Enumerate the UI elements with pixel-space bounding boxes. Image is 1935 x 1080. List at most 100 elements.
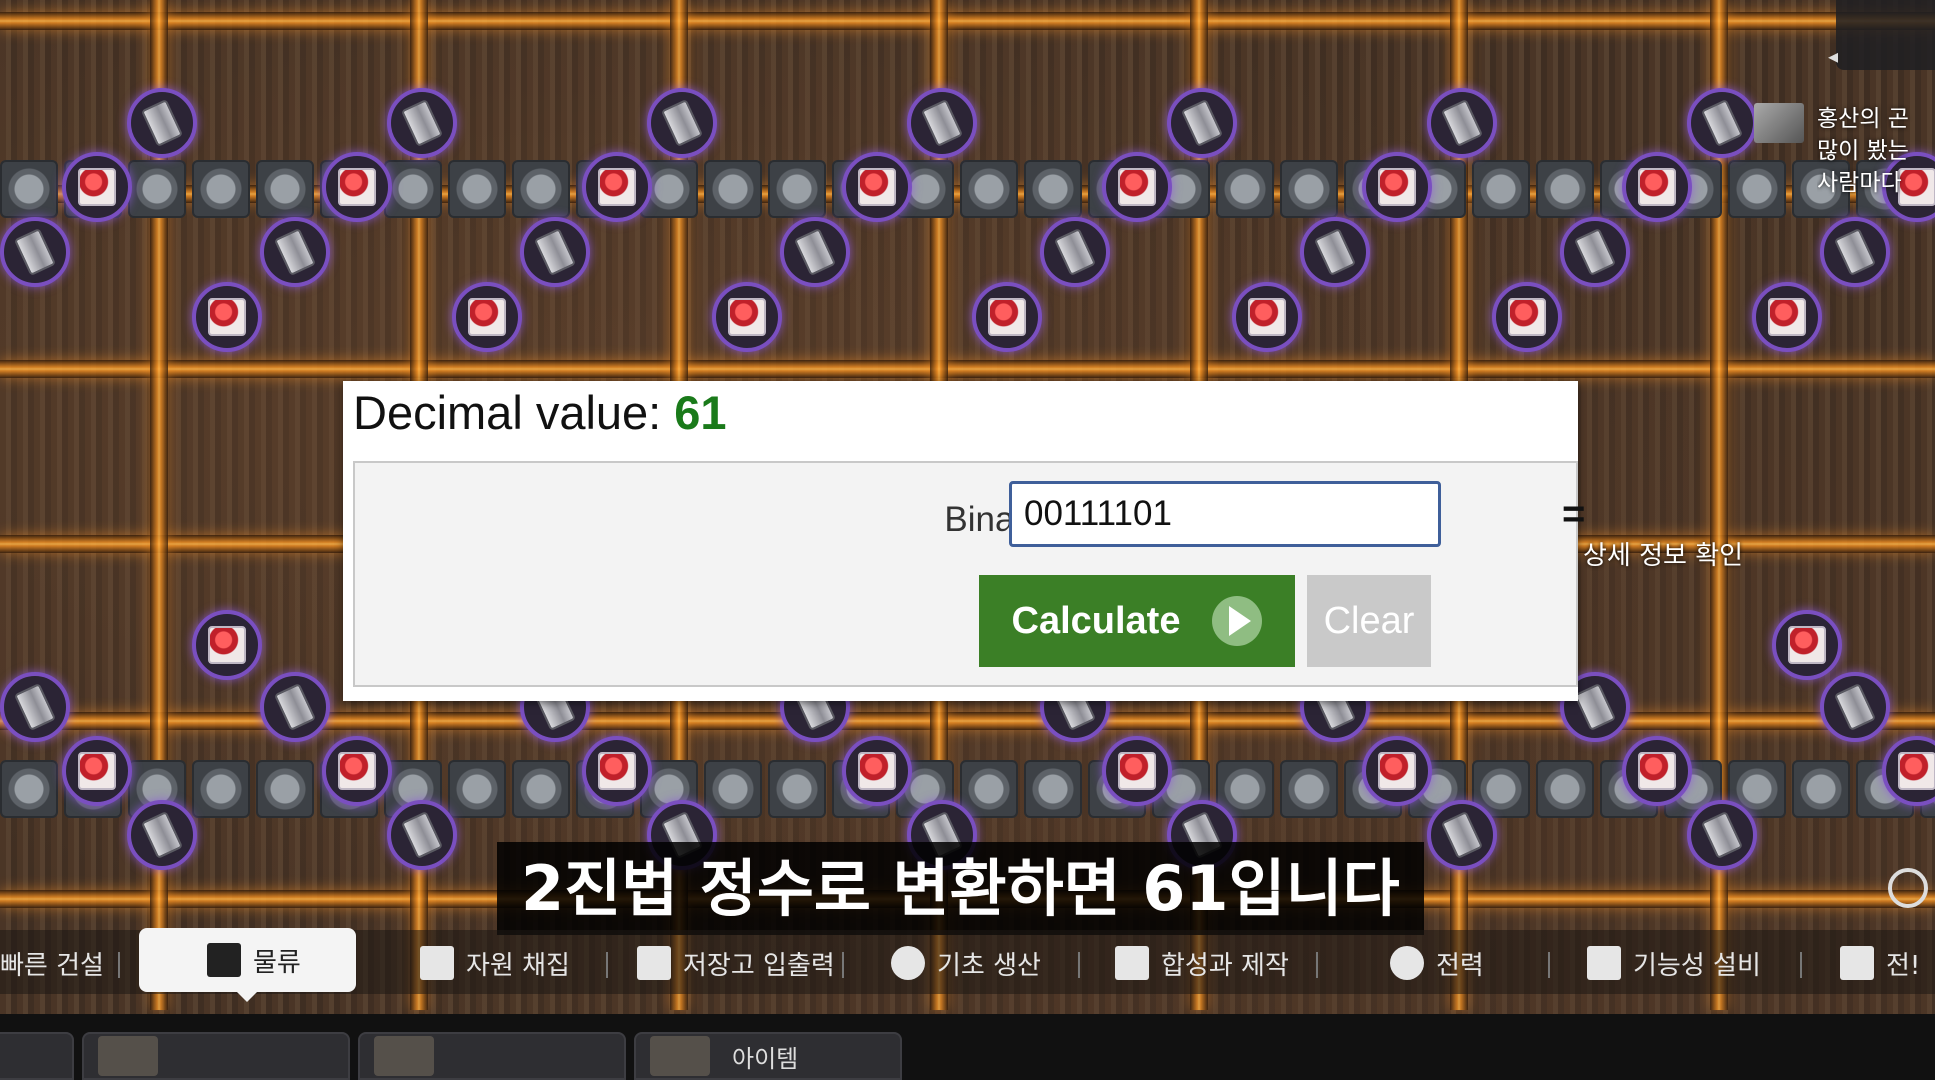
machine-block bbox=[1472, 160, 1530, 218]
battery-item-icon bbox=[260, 217, 330, 287]
battery-item-icon bbox=[387, 800, 457, 870]
battery-item-icon bbox=[0, 672, 70, 742]
tab-functional-facilities[interactable]: 기능성 설비 bbox=[1587, 938, 1761, 988]
conveyor-belt bbox=[0, 12, 1935, 30]
crystal-item-icon bbox=[62, 736, 132, 806]
hexagon-icon bbox=[891, 946, 925, 980]
tab-divider bbox=[118, 952, 120, 978]
tab-label: 물류 bbox=[253, 947, 301, 978]
machine-block bbox=[1280, 760, 1338, 818]
battery-item-icon bbox=[1687, 88, 1757, 158]
pickaxe-icon bbox=[420, 946, 454, 980]
bottom-card[interactable] bbox=[358, 1032, 626, 1080]
machine-block bbox=[1024, 160, 1082, 218]
machine-block bbox=[960, 760, 1018, 818]
clear-button[interactable]: Clear bbox=[1307, 575, 1431, 667]
battery-item-icon bbox=[1820, 217, 1890, 287]
tab-more[interactable]: 전! bbox=[1840, 938, 1920, 988]
machine-block bbox=[1536, 160, 1594, 218]
tab-quick-build[interactable]: 빠른 건설 bbox=[0, 938, 104, 988]
battery-item-icon bbox=[1300, 217, 1370, 287]
tab-divider bbox=[1078, 952, 1080, 978]
top-right-panel[interactable] bbox=[1836, 0, 1935, 70]
battery-item-icon bbox=[780, 217, 850, 287]
crystal-item-icon bbox=[1752, 282, 1822, 352]
crystal-item-icon bbox=[1362, 736, 1432, 806]
battery-item-icon bbox=[647, 88, 717, 158]
machine-block bbox=[1280, 160, 1338, 218]
machine-block bbox=[256, 760, 314, 818]
machine-block bbox=[0, 760, 58, 818]
chat-line: 홍산의 곤 bbox=[1817, 106, 1909, 132]
tab-storage-io[interactable]: 저장고 입출력 bbox=[637, 938, 835, 988]
calculate-button[interactable]: Calculate bbox=[979, 575, 1295, 667]
battery-item-icon bbox=[0, 217, 70, 287]
machine-block bbox=[192, 760, 250, 818]
battery-item-icon bbox=[260, 672, 330, 742]
chevron-left-icon[interactable]: ◂ bbox=[1828, 44, 1838, 69]
machine-block bbox=[1216, 160, 1274, 218]
battery-item-icon bbox=[1427, 800, 1497, 870]
crystal-item-icon bbox=[712, 282, 782, 352]
storage-icon bbox=[637, 946, 671, 980]
crystal-item-icon bbox=[1102, 736, 1172, 806]
machine-block bbox=[1728, 160, 1786, 218]
bottom-card-label: 아이템 bbox=[732, 1044, 799, 1073]
tab-divider bbox=[842, 952, 844, 978]
tab-logistics[interactable]: 물류 bbox=[139, 928, 356, 1002]
bottom-card[interactable] bbox=[0, 1032, 74, 1080]
logistics-icon bbox=[207, 943, 241, 977]
chat-avatar bbox=[1754, 103, 1804, 143]
crystal-item-icon bbox=[1622, 152, 1692, 222]
conveyor-belt bbox=[0, 360, 1935, 378]
machine-block bbox=[128, 160, 186, 218]
battery-item-icon bbox=[520, 217, 590, 287]
machine-block bbox=[256, 160, 314, 218]
crystal-item-icon bbox=[1102, 152, 1172, 222]
tab-label: 전! bbox=[1886, 950, 1921, 981]
crystal-item-icon bbox=[582, 152, 652, 222]
tab-label: 자원 채집 bbox=[466, 950, 570, 981]
tab-divider bbox=[1800, 952, 1802, 978]
calculate-button-label: Calculate bbox=[1011, 599, 1181, 642]
decimal-value-number: 61 bbox=[674, 386, 727, 439]
hash-icon bbox=[1587, 946, 1621, 980]
tab-label: 합성과 제작 bbox=[1161, 950, 1289, 981]
settings-icon[interactable] bbox=[1888, 868, 1928, 908]
chat-line: 사람마다 bbox=[1817, 170, 1902, 196]
binary-value-input[interactable] bbox=[1009, 481, 1441, 547]
crystal-item-icon bbox=[1622, 736, 1692, 806]
item-thumbnail-icon bbox=[650, 1036, 710, 1076]
bottom-card-items[interactable]: 아이템 bbox=[634, 1032, 902, 1080]
machine-block bbox=[384, 160, 442, 218]
synthesis-icon bbox=[1115, 946, 1149, 980]
play-icon bbox=[1212, 596, 1263, 646]
binary-calculator-panel: Decimal value: 61 Binary Value: = Calcul… bbox=[343, 381, 1585, 701]
power-icon bbox=[1390, 946, 1424, 980]
crystal-item-icon bbox=[842, 152, 912, 222]
machine-block bbox=[768, 760, 826, 818]
crystal-item-icon bbox=[62, 152, 132, 222]
crystal-item-icon bbox=[322, 736, 392, 806]
tab-label: 기초 생산 bbox=[937, 950, 1041, 981]
machine-block bbox=[512, 160, 570, 218]
tab-synthesis-crafting[interactable]: 합성과 제작 bbox=[1115, 938, 1289, 988]
bottom-item-bar: 아이템 bbox=[0, 1014, 1935, 1080]
battery-item-icon bbox=[907, 88, 977, 158]
crystal-item-icon bbox=[582, 736, 652, 806]
tab-label: 빠른 건설 bbox=[0, 950, 104, 981]
battery-item-icon bbox=[127, 800, 197, 870]
crystal-item-icon bbox=[322, 152, 392, 222]
tab-basic-production[interactable]: 기초 생산 bbox=[891, 938, 1041, 988]
machine-block bbox=[960, 160, 1018, 218]
tab-resource-gathering[interactable]: 자원 채집 bbox=[420, 938, 570, 988]
crystal-item-icon bbox=[1772, 610, 1842, 680]
tab-divider bbox=[1316, 952, 1318, 978]
bottom-card[interactable] bbox=[82, 1032, 350, 1080]
video-subtitle: 2진법 정수로 변환하면 61입니다 bbox=[497, 842, 1424, 935]
battery-item-icon bbox=[1167, 88, 1237, 158]
crystal-item-icon bbox=[1232, 282, 1302, 352]
tab-power[interactable]: 전력 bbox=[1390, 938, 1484, 988]
machine-block bbox=[1792, 760, 1850, 818]
battery-item-icon bbox=[1040, 217, 1110, 287]
